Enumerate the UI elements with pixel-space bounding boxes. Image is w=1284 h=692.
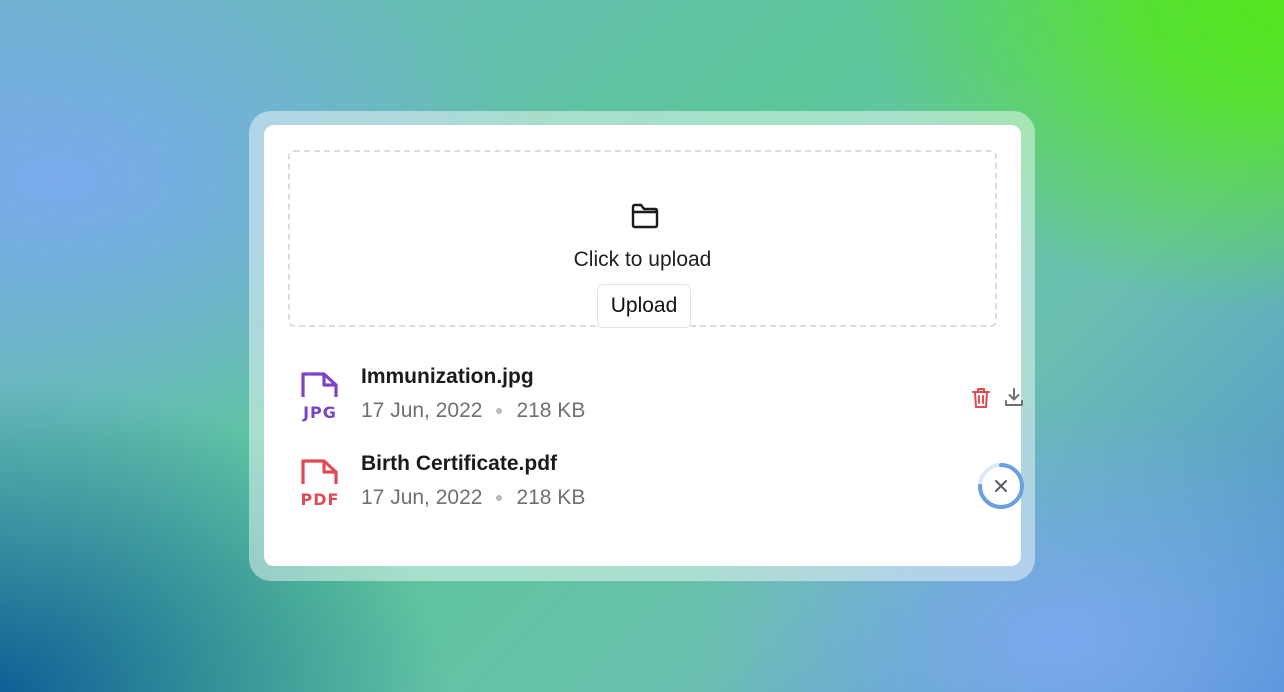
file-name: Immunization.jpg: [361, 365, 534, 388]
file-meta: 17 Jun, 2022 218 KB: [361, 399, 585, 423]
file-name: Birth Certificate.pdf: [361, 452, 558, 475]
folder-icon: [631, 203, 659, 229]
pdf-file-icon: PDF: [296, 458, 344, 512]
file-item: PDF Birth Certificate.pdf 17 Jun, 2022 21…: [296, 452, 1024, 524]
file-type-label: PDF: [300, 490, 340, 509]
file-meta: 17 Jun, 2022 218 KB: [361, 486, 585, 510]
file-date: 17 Jun, 2022: [361, 486, 483, 509]
upload-progress-cancel-button[interactable]: [976, 461, 1026, 511]
file-date: 17 Jun, 2022: [361, 399, 483, 422]
close-icon: [995, 480, 1007, 492]
trash-icon[interactable]: [970, 386, 992, 410]
file-size: 218 KB: [516, 486, 586, 509]
separator-dot: [496, 408, 503, 415]
download-icon[interactable]: [1003, 386, 1025, 408]
file-item: JPG Immunization.jpg 17 Jun, 2022 218 KB: [296, 365, 1023, 437]
upload-dropzone[interactable]: Click to upload Upload: [288, 150, 997, 328]
file-type-label: JPG: [303, 403, 337, 422]
jpg-file-icon: JPG: [296, 371, 344, 425]
file-size: 218 KB: [516, 399, 586, 422]
upload-button[interactable]: Upload: [597, 284, 691, 328]
separator-dot: [496, 495, 503, 502]
dropzone-label: Click to upload: [573, 248, 712, 271]
upload-card: Click to upload Upload JPG Immunization.…: [264, 125, 1024, 566]
